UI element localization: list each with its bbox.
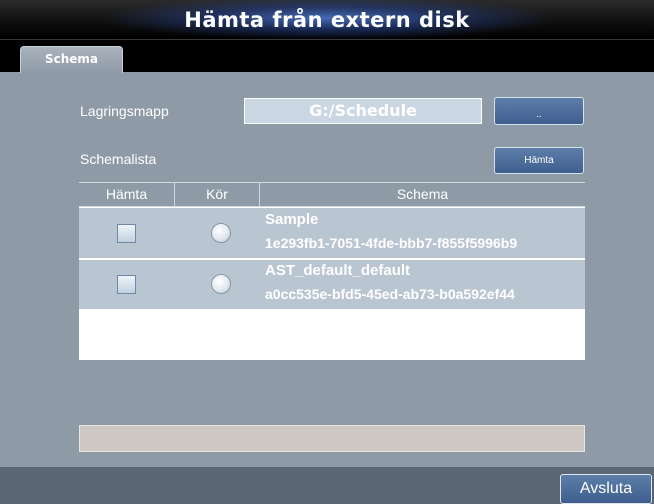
- fetch-button[interactable]: Hämta: [494, 147, 584, 174]
- schedule-name: AST_default_default: [265, 262, 411, 279]
- run-radio[interactable]: [211, 274, 231, 294]
- column-header-schedule: Schema: [259, 183, 585, 207]
- schedule-name: Sample: [265, 211, 319, 228]
- column-header-fetch: Hämta: [105, 186, 148, 202]
- tab-schema-label: Schema: [44, 52, 99, 66]
- table-row[interactable]: AST_default_default a0cc535e-bfd5-45ed-a…: [79, 259, 585, 309]
- schedule-id: 1e293fb1-7051-4fde-bbb7-f855f5996b9: [265, 235, 518, 251]
- storage-path-field[interactable]: G:/Schedule: [244, 98, 482, 124]
- bottom-bar: [0, 467, 654, 504]
- run-radio[interactable]: [211, 223, 231, 243]
- table-header: Hämta Kör Schema: [79, 182, 585, 207]
- fetch-checkbox[interactable]: [117, 224, 136, 243]
- schedule-table: Hämta Kör Schema Sample 1e293fb1-7051-4f…: [79, 182, 585, 360]
- storage-folder-label: Lagringsmapp: [80, 103, 169, 119]
- browse-button[interactable]: ..: [494, 97, 584, 125]
- tab-strip: Schema: [0, 40, 654, 73]
- fetch-checkbox[interactable]: [117, 275, 136, 294]
- tab-schema[interactable]: Schema: [20, 46, 123, 73]
- schedule-id: a0cc535e-bfd5-45ed-ab73-b0a592ef44: [265, 286, 515, 302]
- app-window: Hämta från extern disk Schema Lagringsma…: [0, 0, 654, 504]
- title-bar: Hämta från extern disk: [0, 0, 654, 40]
- schedule-list-label: Schemalista: [80, 151, 157, 167]
- table-row[interactable]: Sample 1e293fb1-7051-4fde-bbb7-f855f5996…: [79, 208, 585, 258]
- status-bar: [79, 425, 585, 452]
- column-header-run: Kör: [174, 183, 259, 207]
- close-button[interactable]: Avsluta: [560, 474, 652, 504]
- window-title: Hämta från extern disk: [184, 8, 470, 32]
